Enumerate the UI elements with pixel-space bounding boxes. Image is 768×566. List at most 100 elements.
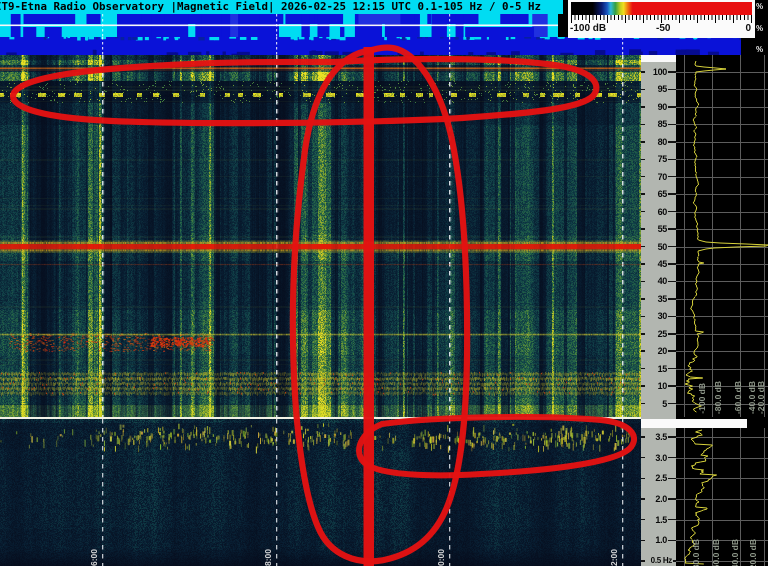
tick-mark-left xyxy=(641,457,645,459)
tick-mark-left xyxy=(641,298,645,300)
tick-mark-right xyxy=(668,89,676,91)
tick-mark-right xyxy=(668,436,676,438)
db-axis-label: -40.0 dB xyxy=(730,539,740,566)
tick-mark-right xyxy=(668,228,676,230)
tick-mark-left xyxy=(641,228,645,230)
tick-mark-left xyxy=(641,385,645,387)
freq-tick-label: 25 xyxy=(658,329,667,339)
freq-tick-label: 2.0 xyxy=(655,494,667,504)
freq-tick-label: 65 xyxy=(658,189,667,199)
spectrogram-canvas-lower xyxy=(0,419,641,566)
freq-tick-row: 35 xyxy=(641,294,676,303)
freq-tick-row: 20 xyxy=(641,347,676,356)
db-axis-label: -80.0 dB xyxy=(713,381,723,414)
tick-mark-right xyxy=(668,316,676,318)
freq-tick-row: 90 xyxy=(641,102,676,111)
freq-tick-label: 75 xyxy=(658,154,667,164)
percent-symbol: % xyxy=(756,2,768,11)
tick-mark-right xyxy=(668,176,676,178)
freq-tick-row: 45 xyxy=(641,259,676,268)
freq-tick-row: 95 xyxy=(641,85,676,94)
freq-tick-row: 80 xyxy=(641,137,676,146)
tick-mark-right xyxy=(668,385,676,387)
freq-tick-label: 1.0 xyxy=(655,535,667,545)
tick-mark-right xyxy=(668,281,676,283)
freq-tick-row: 55 xyxy=(641,225,676,234)
percent-symbol: % xyxy=(756,24,768,33)
spectrogram-panel-lower: 16:0018:0020:0022:00 xyxy=(0,419,641,566)
freq-tick-label: 40 xyxy=(658,276,667,286)
tick-mark-left xyxy=(641,246,645,248)
freq-tick-label: 0.5 Hz xyxy=(651,556,672,565)
tick-mark-left xyxy=(641,281,645,283)
freq-tick-label: 90 xyxy=(658,102,667,112)
freq-tick-row: 15 xyxy=(641,364,676,373)
tick-mark-left xyxy=(641,71,645,73)
freq-tick-label: 1.5 xyxy=(655,515,667,525)
colorbar-gradient xyxy=(571,2,752,15)
tick-mark-right xyxy=(668,141,676,143)
freq-tick-row: 100 xyxy=(641,68,676,77)
tick-mark-right xyxy=(668,246,676,248)
colorbar-label-mid: -50 xyxy=(656,23,670,34)
freq-tick-row: 2.0 xyxy=(641,494,676,503)
tick-mark-left xyxy=(641,350,645,352)
app-root: { "window": { "title": "IT9-Etna Radio O… xyxy=(0,0,768,566)
tick-mark-right xyxy=(668,540,676,542)
spectrum-plot-upper: -100 dB-80.0 dB-60.0 dB-40.0 dB-20.0 dB xyxy=(676,55,768,417)
tick-mark-right xyxy=(668,124,676,126)
freq-tick-label: 2.5 xyxy=(655,473,667,483)
right-panel-mid-bar xyxy=(641,419,747,428)
time-axis-label: 20:00 xyxy=(436,549,446,566)
freq-tick-label: 50 xyxy=(658,242,667,252)
freq-tick-label: 3.0 xyxy=(655,453,667,463)
tick-mark-left xyxy=(641,333,645,335)
tick-mark-left xyxy=(641,498,645,500)
freq-tick-row: 70 xyxy=(641,172,676,181)
freq-tick-label: 55 xyxy=(658,224,667,234)
title-bar: IT9-Etna Radio Observatory |Magnetic Fie… xyxy=(0,0,563,14)
freq-tick-row: 60 xyxy=(641,207,676,216)
freq-tick-row: 75 xyxy=(641,155,676,164)
tick-mark-left xyxy=(641,519,645,521)
db-axis-label: -80.0 dB xyxy=(691,539,701,566)
tick-mark-right xyxy=(668,298,676,300)
activity-strip-upper xyxy=(0,14,558,37)
freq-tick-label: 70 xyxy=(658,172,667,182)
tick-mark-right xyxy=(668,106,676,108)
freq-tick-row: 40 xyxy=(641,277,676,286)
freq-tick-row: 2.5 xyxy=(641,474,676,483)
tick-mark-right xyxy=(668,211,676,213)
activity-strip-lower xyxy=(0,37,741,55)
tick-mark-left xyxy=(641,316,645,318)
freq-tick-row: 0.5 Hz xyxy=(641,556,676,565)
freq-tick-label: 3.5 xyxy=(655,432,667,442)
tick-mark-left xyxy=(641,176,645,178)
tick-mark-left xyxy=(641,106,645,108)
time-axis-label: 18:00 xyxy=(263,549,273,566)
freq-tick-row: 85 xyxy=(641,120,676,129)
tick-mark-left xyxy=(641,478,645,480)
tick-mark-left xyxy=(641,263,645,265)
db-axis-label: -60.0 dB xyxy=(733,381,743,414)
tick-mark-left xyxy=(641,211,645,213)
tick-mark-right xyxy=(668,193,676,195)
freq-tick-label: 30 xyxy=(658,311,667,321)
colorbar-label-max: 0 xyxy=(745,23,751,34)
tick-mark-left xyxy=(641,193,645,195)
tick-mark-right xyxy=(668,403,676,405)
time-axis-label: 22:00 xyxy=(609,549,619,566)
spectrum-plot-lower: -80.0 dB-60.0 dB-40.0 dB-20.0 dB xyxy=(676,428,768,566)
tick-mark-left xyxy=(641,560,645,562)
freq-tick-row: 3.5 xyxy=(641,433,676,442)
db-axis-label: -20.0 dB xyxy=(756,381,766,414)
tick-mark-right xyxy=(668,519,676,521)
db-axis-label: -100 dB xyxy=(697,383,707,414)
tick-mark-left xyxy=(641,141,645,143)
freq-tick-row: 65 xyxy=(641,190,676,199)
freq-tick-label: 80 xyxy=(658,137,667,147)
colorbar-label-min: -100 dB xyxy=(570,23,606,34)
tick-mark-left xyxy=(641,368,645,370)
freq-tick-label: 5 xyxy=(662,399,667,409)
freq-tick-row: 30 xyxy=(641,312,676,321)
